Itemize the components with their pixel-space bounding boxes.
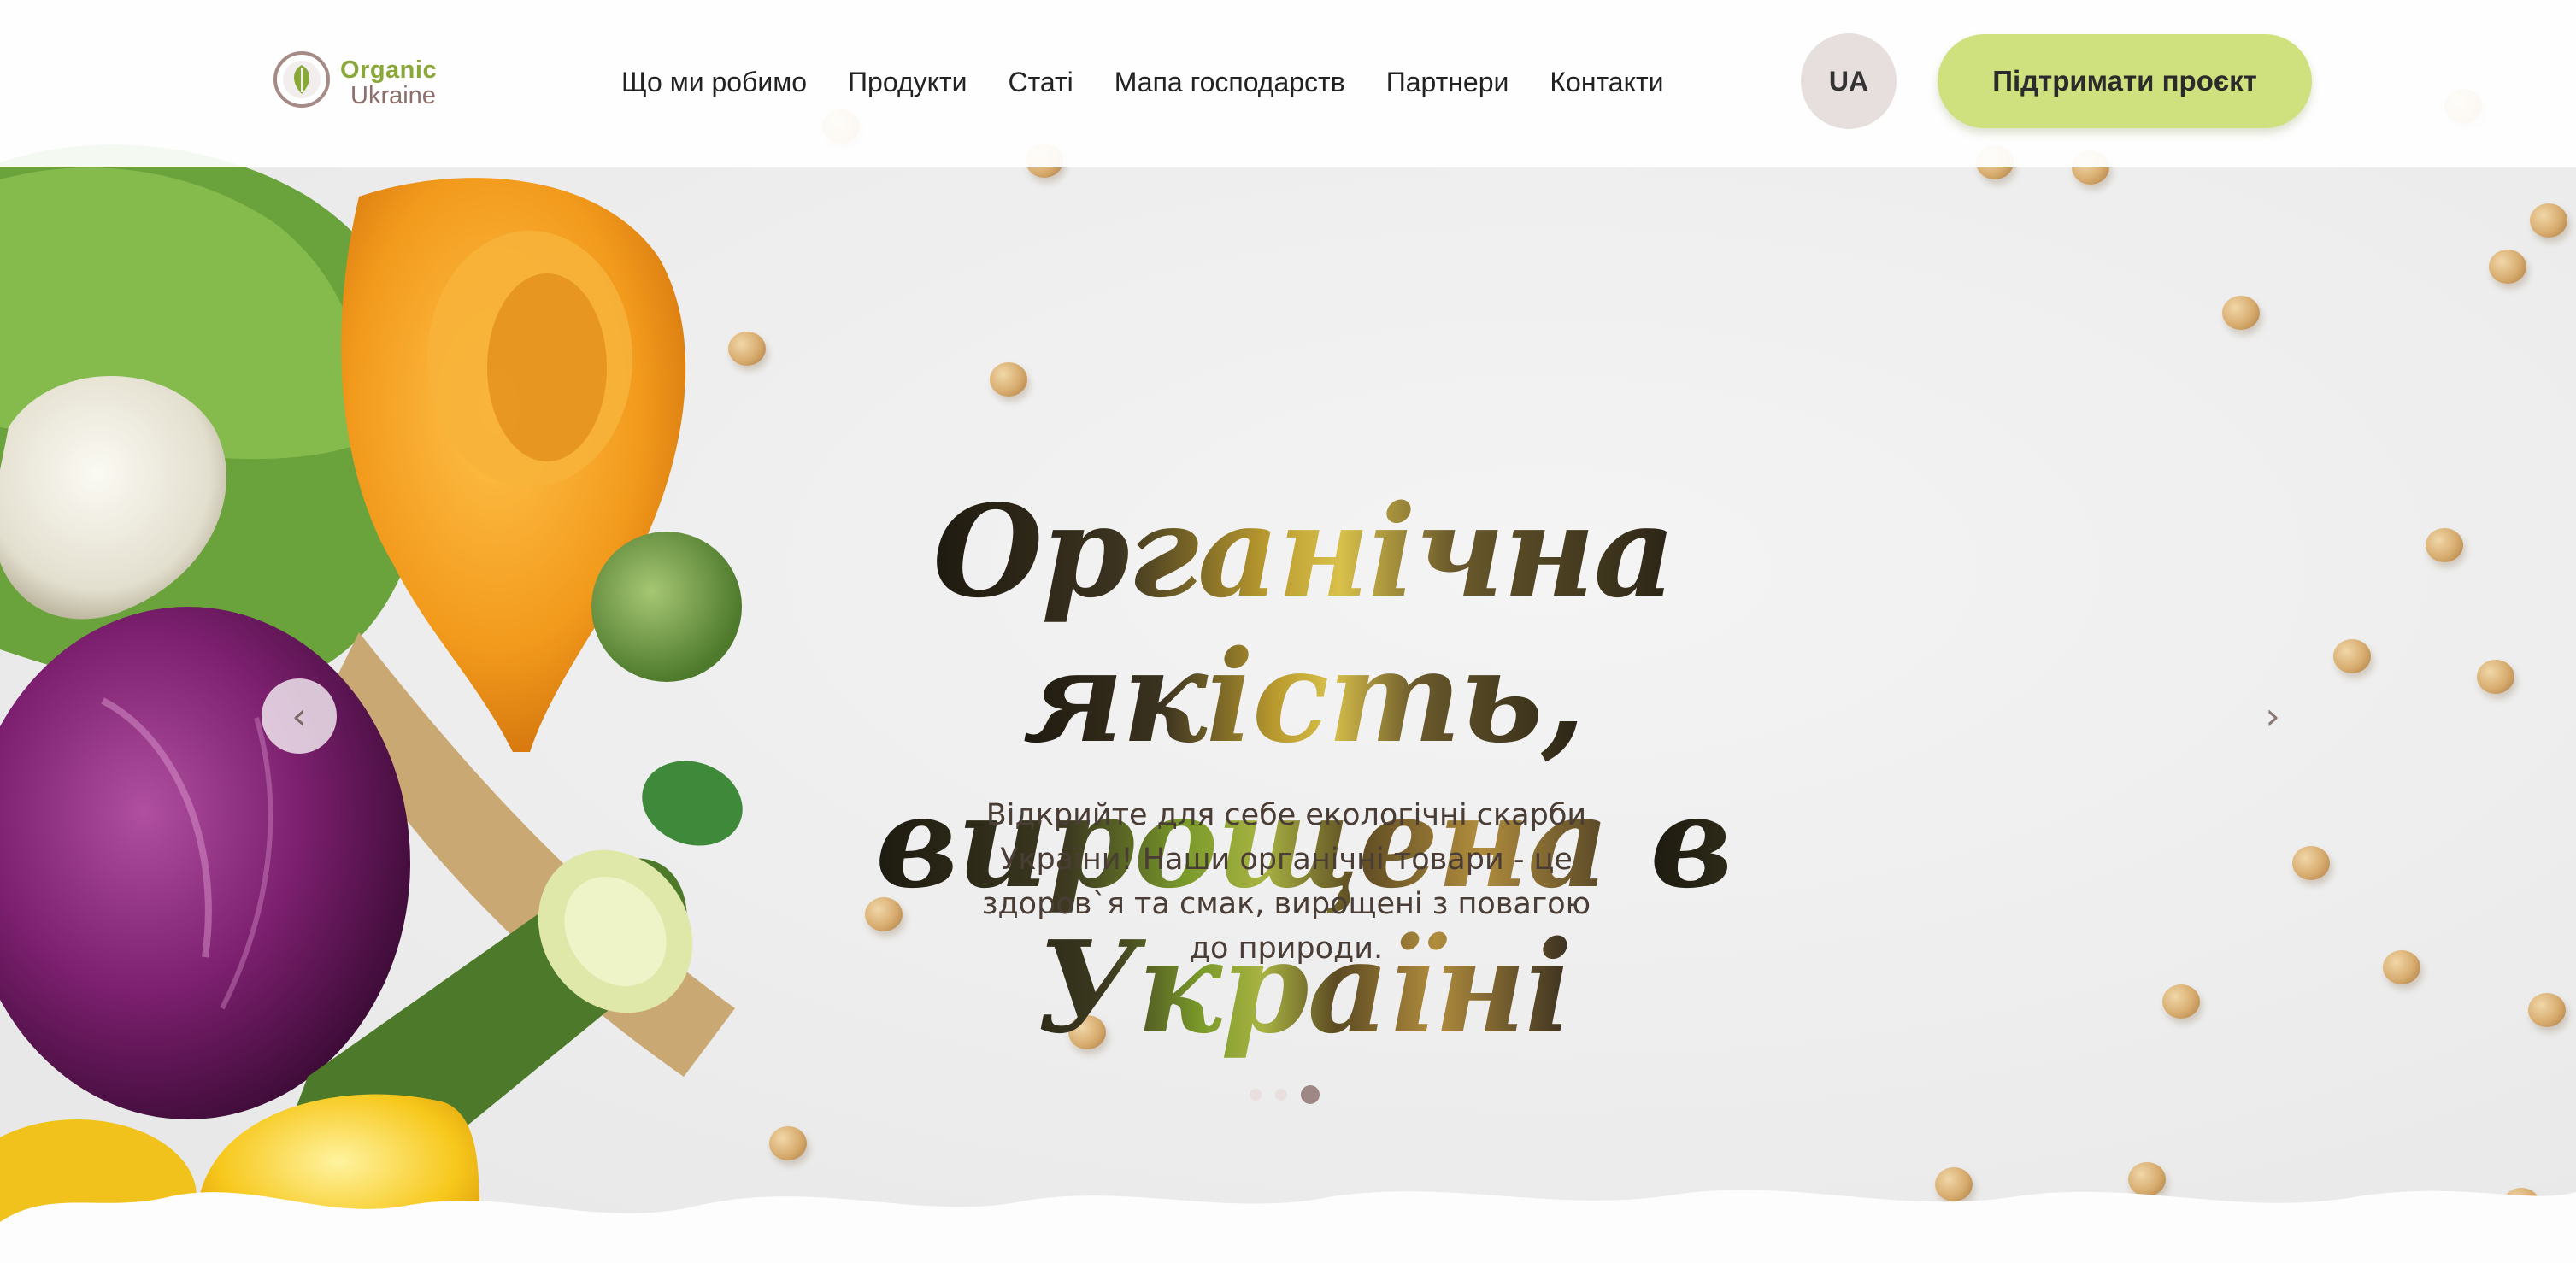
chickpea-decoration xyxy=(2528,993,2566,1027)
chevron-right-icon: › xyxy=(2265,694,2280,738)
chickpea-decoration xyxy=(2292,846,2330,880)
chickpea-decoration xyxy=(2426,528,2463,562)
hero-title-part: Органічна xyxy=(932,477,1675,626)
chickpea-decoration xyxy=(2162,984,2200,1019)
hero-subtitle: Відкрийте для себе екологічні скарби Укр… xyxy=(981,798,1591,966)
slider-pagination xyxy=(1250,1085,1333,1104)
slider-dot[interactable] xyxy=(1275,1089,1287,1101)
nav-item-products[interactable]: Продукти xyxy=(848,67,967,98)
leaf-circle-logo-icon xyxy=(273,51,330,108)
slider-dot[interactable] xyxy=(1250,1089,1262,1101)
chickpea-decoration xyxy=(2383,950,2420,984)
site-header: Organic Ukraine Що ми робимо Продукти Ст… xyxy=(0,0,2576,167)
nav-item-contacts[interactable]: Контакти xyxy=(1550,67,1663,98)
chickpea-decoration xyxy=(769,1126,807,1160)
slider-next-button[interactable]: › xyxy=(2235,678,2310,754)
chickpea-decoration xyxy=(2477,660,2514,694)
chickpea-decoration xyxy=(728,332,766,366)
hero-title-line1: Органічна якість, xyxy=(769,479,1838,769)
slider-prev-button[interactable]: ‹ xyxy=(262,678,337,754)
chickpea-decoration xyxy=(2489,250,2526,284)
language-switcher-button[interactable]: UA xyxy=(1801,33,1897,129)
chickpea-decoration xyxy=(990,362,1027,397)
chickpea-decoration xyxy=(2530,203,2567,238)
logo-text-ukraine: Ukraine xyxy=(350,82,436,109)
slider-dot-active[interactable] xyxy=(1301,1085,1320,1104)
nav-item-what-we-do[interactable]: Що ми робимо xyxy=(621,67,807,98)
logo-text-organic: Organic xyxy=(340,56,438,84)
nav-item-farms-map[interactable]: Мапа господарств xyxy=(1115,67,1345,98)
nav-item-articles[interactable]: Статі xyxy=(1009,67,1073,98)
nav-item-partners[interactable]: Партнери xyxy=(1386,67,1509,98)
logo[interactable]: Organic Ukraine xyxy=(272,48,451,120)
chickpea-decoration xyxy=(2222,296,2260,330)
chevron-left-icon: ‹ xyxy=(291,694,307,738)
brush-stroke-divider xyxy=(0,1190,2576,1263)
chickpea-decoration xyxy=(2333,639,2371,673)
main-nav: Що ми робимо Продукти Статі Мапа господа… xyxy=(621,63,1704,101)
support-project-button[interactable]: Підтримати проєкт xyxy=(1938,34,2312,128)
hero-title-part: якість, xyxy=(1022,622,1585,771)
hero-title: Органічна якість, вирощена в Україні xyxy=(769,479,1838,1060)
